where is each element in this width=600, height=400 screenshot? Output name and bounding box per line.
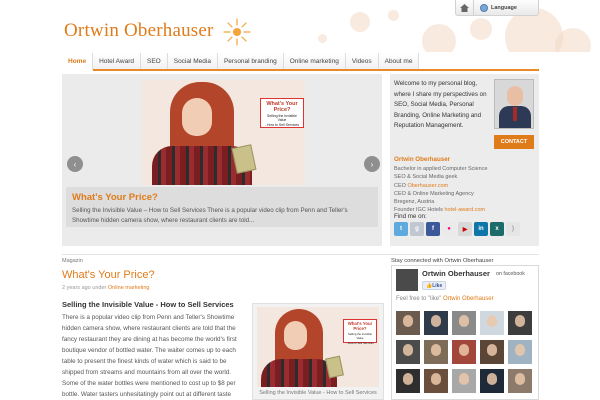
nav-item-personal-branding[interactable]: Personal branding <box>217 53 284 69</box>
home-icon[interactable] <box>456 0 474 15</box>
facebook-widget: Stay connected with Ortwin Oberhauser Or… <box>391 256 539 400</box>
slide-caption: What's Your Price? Selling the Invisible… <box>66 187 378 227</box>
decorative-circle <box>318 34 327 43</box>
fan-avatar[interactable] <box>424 311 448 335</box>
profile-details: Bachelor in applied Computer Science SEO… <box>394 166 488 214</box>
contact-button[interactable]: CONTACT <box>494 135 534 149</box>
sun-logo-icon <box>223 18 251 46</box>
oberhauser-link[interactable]: Oberhauser.com <box>407 183 448 189</box>
decorative-circle <box>422 24 456 52</box>
fan-avatar[interactable] <box>508 311 532 335</box>
article-image-caption: Selling the Invisible Value - How to Sel… <box>259 390 377 396</box>
facebook-avatar[interactable] <box>396 269 418 291</box>
article-subheading: Selling the Invisible Value - How to Sel… <box>62 300 234 309</box>
fan-avatar[interactable] <box>508 369 532 393</box>
nav-item-home[interactable]: Home <box>62 53 94 71</box>
youtube-icon[interactable]: ▶ <box>458 222 472 236</box>
decorative-circle <box>350 12 370 32</box>
google-plus-icon[interactable]: g <box>410 222 424 236</box>
article-image[interactable]: What's Your Price? Selling the Invisible… <box>257 307 379 387</box>
decorative-circle <box>470 18 492 40</box>
facebook-icon[interactable]: f <box>426 222 440 236</box>
nav-item-hotel-award[interactable]: Hotel Award <box>93 53 141 69</box>
facebook-page-name[interactable]: Ortwin Oberhauser <box>422 269 490 278</box>
social-icons: t g f ● ▶ in x ) <box>394 222 520 236</box>
site-title[interactable]: Ortwin Oberhauser <box>64 20 214 42</box>
language-selector[interactable]: Language <box>474 3 517 12</box>
featured-slider: What's Your Price? Selling the Invisible… <box>62 74 382 246</box>
fan-avatar[interactable] <box>508 340 532 364</box>
fan-avatar[interactable] <box>480 340 504 364</box>
fan-avatar[interactable] <box>424 369 448 393</box>
facebook-fans-grid <box>396 311 536 393</box>
article-image-sign: What's Your Price? Selling the Invisible… <box>343 319 377 345</box>
fan-avatar[interactable] <box>452 369 476 393</box>
article-title[interactable]: What's Your Price? <box>62 269 384 281</box>
language-label: Language <box>491 4 517 11</box>
fan-avatar[interactable] <box>452 311 476 335</box>
fan-avatar[interactable] <box>396 311 420 335</box>
fan-avatar[interactable] <box>480 369 504 393</box>
latest-article: Magazin What's Your Price? 2 years ago u… <box>62 256 384 400</box>
article-body: There is a popular video clip from Penn … <box>62 314 237 398</box>
decorative-circle <box>555 28 591 52</box>
profile-panel: Welcome to my personal blog, where I sha… <box>390 74 539 246</box>
nav-item-social-media[interactable]: Social Media <box>167 53 218 69</box>
slide-image[interactable]: What's Your Price? Selling the Invisible… <box>142 80 305 185</box>
nav-item-about-me[interactable]: About me <box>378 53 420 69</box>
fan-avatar[interactable] <box>424 340 448 364</box>
decorative-circle <box>388 10 399 21</box>
fan-avatar[interactable] <box>396 369 420 393</box>
fan-avatar[interactable] <box>396 340 420 364</box>
profile-intro: Welcome to my personal blog, where I sha… <box>394 80 487 129</box>
facebook-widget-title: Stay connected with Ortwin Oberhauser <box>391 258 494 264</box>
find-me-label: Find me on: <box>394 213 427 220</box>
article-meta: 2 years ago under Online marketing <box>62 285 150 291</box>
linkedin-icon[interactable]: in <box>474 222 488 236</box>
facebook-feel-free: Feel free to "like" Ortwin Oberhauser <box>396 296 494 302</box>
nav-item-videos[interactable]: Videos <box>345 53 379 69</box>
top-toolbar: Language <box>455 0 539 16</box>
fan-avatar[interactable] <box>480 311 504 335</box>
xing-icon[interactable]: x <box>490 222 504 236</box>
on-facebook-label: on facebook <box>496 271 525 277</box>
nav-item-seo[interactable]: SEO <box>141 53 168 69</box>
section-label: Magazin <box>62 258 83 264</box>
facebook-like-box: Ortwin Oberhauser on facebook 👍 Like Feel… <box>391 265 539 400</box>
main-nav: Home Hotel Award SEO Social Media Person… <box>62 53 539 71</box>
nav-item-online-marketing[interactable]: Online marketing <box>283 53 346 69</box>
rss-icon[interactable]: ) <box>506 222 520 236</box>
article-image-frame: What's Your Price? Selling the Invisible… <box>252 303 384 400</box>
slide-excerpt: Selling the Invisible Value – How to Sel… <box>72 207 348 224</box>
section-divider <box>62 254 539 255</box>
slider-prev-arrow-icon[interactable]: ‹ <box>67 156 83 172</box>
twitter-icon[interactable]: t <box>394 222 408 236</box>
profile-name: Ortwin Oberhauser <box>394 156 451 163</box>
site-header: Ortwin Oberhauser Language <box>0 0 600 52</box>
globe-icon <box>480 3 488 12</box>
category-link[interactable]: Online marketing <box>108 285 150 291</box>
facebook-like-button[interactable]: 👍 Like <box>422 281 447 290</box>
hotel-award-link[interactable]: hotel-award.com <box>444 207 485 213</box>
profile-photo <box>494 79 534 129</box>
slide-title[interactable]: What's Your Price? <box>72 192 372 203</box>
fan-avatar[interactable] <box>452 340 476 364</box>
facebook-page-link[interactable]: Ortwin Oberhauser <box>443 296 494 302</box>
flickr-icon[interactable]: ● <box>442 222 456 236</box>
slide-image-sign: What's Your Price? Selling the Invisible… <box>260 98 304 128</box>
slider-next-arrow-icon[interactable]: › <box>364 156 380 172</box>
